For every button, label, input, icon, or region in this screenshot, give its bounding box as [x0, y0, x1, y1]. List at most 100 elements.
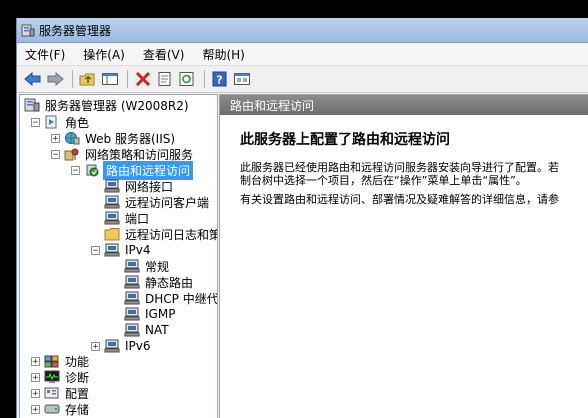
expand-toggle-config[interactable]: +	[31, 389, 40, 399]
tree-label-general: 常规	[145, 259, 170, 274]
menu-view[interactable]: 查看(V)	[143, 46, 185, 63]
computer-icon	[104, 179, 120, 193]
back-button[interactable]	[23, 69, 43, 89]
configuration-icon	[44, 387, 59, 399]
tree-item-general[interactable]: 常规	[124, 258, 171, 274]
tree-label-static-routes: 静态路由	[145, 275, 194, 290]
tree-label-igmp: IGMP	[145, 307, 176, 321]
tree-item-remote-access-clients[interactable]: 远程访问客户端	[104, 194, 211, 210]
tree-item-remote-access-logging[interactable]: 远程访问日志和策	[104, 226, 218, 242]
refresh-button[interactable]	[177, 69, 197, 89]
tree-label-ports: 端口	[125, 211, 150, 226]
menu-action[interactable]: 操作(A)	[83, 46, 125, 63]
expand-toggle-diagnostics[interactable]: +	[31, 373, 40, 383]
computer-icon	[124, 259, 140, 273]
title-bar[interactable]: 服务器管理器	[17, 18, 588, 43]
expand-toggle-ipv4[interactable]: −	[91, 246, 100, 256]
tree-item-web-server[interactable]: Web 服务器(IIS)	[64, 130, 177, 146]
details-text-line2: 制台树中选择一个项目，然后在“操作”菜单上单击“属性”。	[240, 174, 527, 187]
console-button[interactable]	[232, 69, 252, 89]
computer-icon	[124, 291, 140, 305]
forward-button[interactable]	[45, 69, 65, 89]
help-icon: ?	[212, 71, 227, 87]
console-icon	[234, 73, 250, 85]
tree-item-roles[interactable]: 角色	[44, 114, 91, 130]
up-one-level-button[interactable]	[78, 69, 98, 89]
delete-button[interactable]	[133, 69, 153, 89]
computer-icon	[104, 243, 120, 257]
details-help-text: 有关设置路由和远程访问、部署情况及疑难解答的详细信息，请参	[240, 193, 559, 206]
toolbar-separator	[127, 70, 128, 88]
expand-toggle-ipv6[interactable]: +	[91, 342, 100, 352]
menu-bar: 文件(F) 操作(A) 查看(V) 帮助(H)	[17, 43, 588, 66]
tree-label-nat: NAT	[145, 323, 169, 337]
tree-item-storage[interactable]: 存储	[44, 401, 91, 417]
tree-label-net-if: 网络接口	[125, 179, 174, 194]
tree-item-igmp[interactable]: IGMP	[124, 306, 177, 322]
computer-icon	[124, 323, 140, 337]
menu-file[interactable]: 文件(F)	[25, 46, 65, 63]
tree-item-ipv6[interactable]: IPv6	[104, 338, 153, 354]
diagnostics-icon	[44, 370, 60, 383]
details-header: 路由和远程访问	[220, 95, 588, 115]
toolbar: ?	[17, 66, 588, 93]
tree-label-ipv6: IPv6	[125, 339, 151, 353]
tree-item-static-routes[interactable]: 静态路由	[124, 274, 195, 290]
tree-label-ra-logging: 远程访问日志和策	[125, 227, 218, 242]
properties-button[interactable]	[155, 69, 175, 89]
expand-toggle-roles[interactable]: −	[31, 118, 40, 128]
tree-item-features[interactable]: 功能	[44, 353, 91, 369]
server-manager-icon	[21, 24, 35, 37]
tree-item-ports[interactable]: 端口	[104, 210, 151, 226]
computer-icon	[124, 275, 140, 289]
storage-icon	[44, 404, 60, 414]
toolbar-separator	[204, 70, 205, 88]
roles-icon	[45, 115, 57, 129]
tree-label-features: 功能	[65, 354, 90, 369]
server-manager-icon	[24, 98, 40, 112]
tree-item-nat[interactable]: NAT	[124, 322, 171, 338]
tree-item-rras[interactable]: 路由和远程访问	[84, 160, 194, 180]
features-icon	[44, 355, 59, 368]
computer-icon	[104, 339, 120, 353]
tree-label-root: 服务器管理器 (W2008R2)	[45, 98, 189, 113]
details-body: 此服务器上配置了路由和远程访问 此服务器已经使用路由和远程访问服务器安装向导进行…	[220, 115, 588, 220]
toolbar-separator	[72, 70, 73, 88]
network-policy-icon	[64, 148, 79, 161]
delete-icon	[135, 71, 151, 87]
svg-text:?: ?	[216, 74, 222, 87]
back-icon	[24, 71, 41, 87]
tree-label-roles: 角色	[65, 115, 90, 130]
tree-item-ipv4[interactable]: IPv4	[104, 242, 153, 258]
details-text-line1: 此服务器已经使用路由和远程访问服务器安装向导进行了配置。若	[240, 161, 559, 174]
tree-label-ipv4: IPv4	[125, 243, 151, 257]
routing-remote-access-icon	[86, 164, 99, 177]
tree-item-configuration[interactable]: 配置	[44, 385, 91, 401]
folder-icon	[104, 228, 120, 241]
expand-toggle-npas[interactable]: −	[51, 150, 60, 160]
server-manager-window: 服务器管理器 文件(F) 操作(A) 查看(V) 帮助(H) ? 服务器管理器 …	[16, 18, 588, 418]
expand-toggle-web[interactable]: +	[51, 134, 60, 144]
console-tree[interactable]: 服务器管理器 (W2008R2) − 角色 + Web 服务器(IIS) − 网…	[19, 94, 218, 418]
tree-label-ra-clients: 远程访问客户端	[125, 195, 210, 210]
window-title: 服务器管理器	[39, 23, 112, 38]
up-folder-icon	[79, 73, 95, 86]
computer-icon	[124, 307, 140, 321]
computer-icon	[104, 195, 120, 209]
forward-icon	[47, 71, 64, 87]
tree-item-network-interfaces[interactable]: 网络接口	[104, 178, 175, 194]
tree-label-storage: 存储	[65, 402, 90, 417]
tree-label-dhcp-relay: DHCP 中继代理	[145, 291, 218, 306]
tree-item-dhcp-relay[interactable]: DHCP 中继代理	[124, 290, 218, 306]
refresh-icon	[179, 72, 194, 86]
expand-toggle-features[interactable]: +	[31, 357, 40, 367]
show-hide-tree-icon	[102, 73, 118, 85]
show-hide-tree-button[interactable]	[100, 69, 120, 89]
tree-item-root[interactable]: 服务器管理器 (W2008R2)	[24, 97, 191, 113]
tree-item-diagnostics[interactable]: 诊断	[44, 369, 91, 385]
menu-help[interactable]: 帮助(H)	[202, 46, 244, 63]
expand-toggle-storage[interactable]: +	[31, 405, 40, 415]
properties-icon	[158, 72, 171, 86]
help-button[interactable]: ?	[210, 69, 230, 89]
expand-toggle-rras[interactable]: −	[71, 166, 80, 176]
